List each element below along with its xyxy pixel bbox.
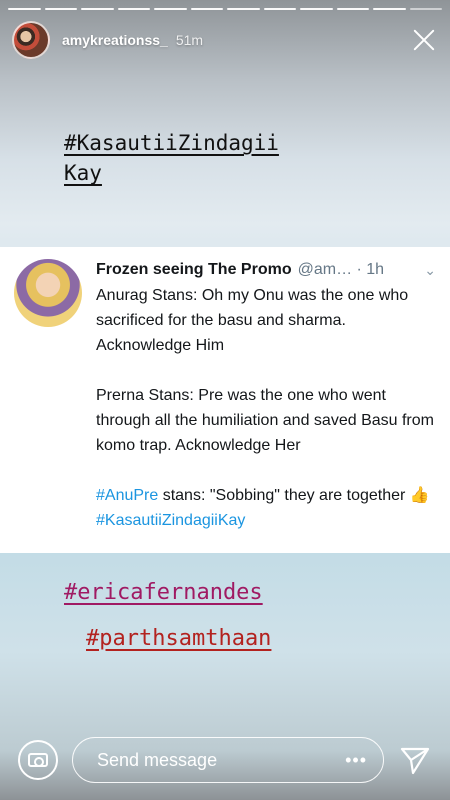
tweet-handle: @am… · 1h — [297, 261, 385, 278]
send-message-input[interactable]: Send message ••• — [72, 737, 384, 783]
progress-segment — [81, 8, 114, 10]
hashtag-erica-text: #ericafernandes — [64, 580, 263, 605]
tweet-hashtag-anupre: #AnuPre — [96, 487, 159, 504]
progress-segment — [44, 8, 77, 10]
avatar[interactable] — [12, 21, 50, 59]
tweet-paragraph-1: Anurag Stans: Oh my Onu was the one who … — [96, 287, 409, 354]
progress-segment — [336, 8, 369, 10]
hashtag-line-1: #KasautiiZindagii — [64, 131, 279, 155]
progress-segment — [227, 8, 260, 10]
close-icon[interactable] — [410, 26, 438, 54]
progress-segment — [300, 8, 333, 10]
story-footer: Send message ••• — [18, 736, 432, 784]
chevron-down-icon: ⌄ — [424, 261, 436, 278]
progress-segment — [263, 8, 296, 10]
story-username[interactable]: amykreationss_ — [62, 32, 168, 48]
tweet-paragraph-3: #AnuPre stans: "Sobbing" they are togeth… — [96, 483, 436, 533]
camera-icon[interactable] — [18, 740, 58, 780]
progress-segment — [409, 8, 442, 10]
tweet-body: Anurag Stans: Oh my Onu was the one who … — [96, 283, 436, 533]
story-header: amykreationss_ 51m — [12, 20, 438, 60]
progress-segment — [190, 8, 223, 10]
direct-send-icon[interactable] — [398, 743, 432, 777]
tweet-hashtag-kasauti: #KasautiiZindagiiKay — [96, 512, 246, 529]
progress-segment — [8, 8, 41, 10]
hashtag-parth-text: #parthsamthaan — [86, 626, 272, 651]
thumbs-up-icon: 👍 — [409, 487, 430, 504]
hashtag-sticker-kasauti[interactable]: #KasautiiZindagii Kay — [64, 128, 364, 188]
tweet-avatar — [14, 259, 82, 327]
tweet-header: Frozen seeing The Promo @am… · 1h ⌄ — [96, 259, 436, 281]
hashtag-line-2: Kay — [64, 161, 102, 185]
progress-segment — [373, 8, 406, 10]
tweet-paragraph-3-text: stans: "Sobbing" they are together — [158, 487, 410, 504]
tweet-author-name: Frozen seeing The Promo — [96, 261, 292, 278]
hashtag-sticker-parth[interactable]: #parthsamthaan — [86, 626, 271, 651]
hashtag-sticker-erica[interactable]: #ericafernandes — [64, 580, 263, 605]
tweet-paragraph-2: Prerna Stans: Pre was the one who went t… — [96, 387, 434, 454]
story-timestamp: 51m — [175, 32, 204, 48]
tweet-card: Frozen seeing The Promo @am… · 1h ⌄ Anur… — [0, 247, 450, 553]
progress-segment — [117, 8, 150, 10]
more-icon[interactable]: ••• — [345, 750, 367, 771]
progress-segment — [154, 8, 187, 10]
send-message-placeholder: Send message — [97, 749, 218, 770]
story-progress-bar — [8, 8, 442, 10]
story-viewer[interactable]: amykreationss_ 51m #KasautiiZindagii Kay… — [0, 0, 450, 800]
